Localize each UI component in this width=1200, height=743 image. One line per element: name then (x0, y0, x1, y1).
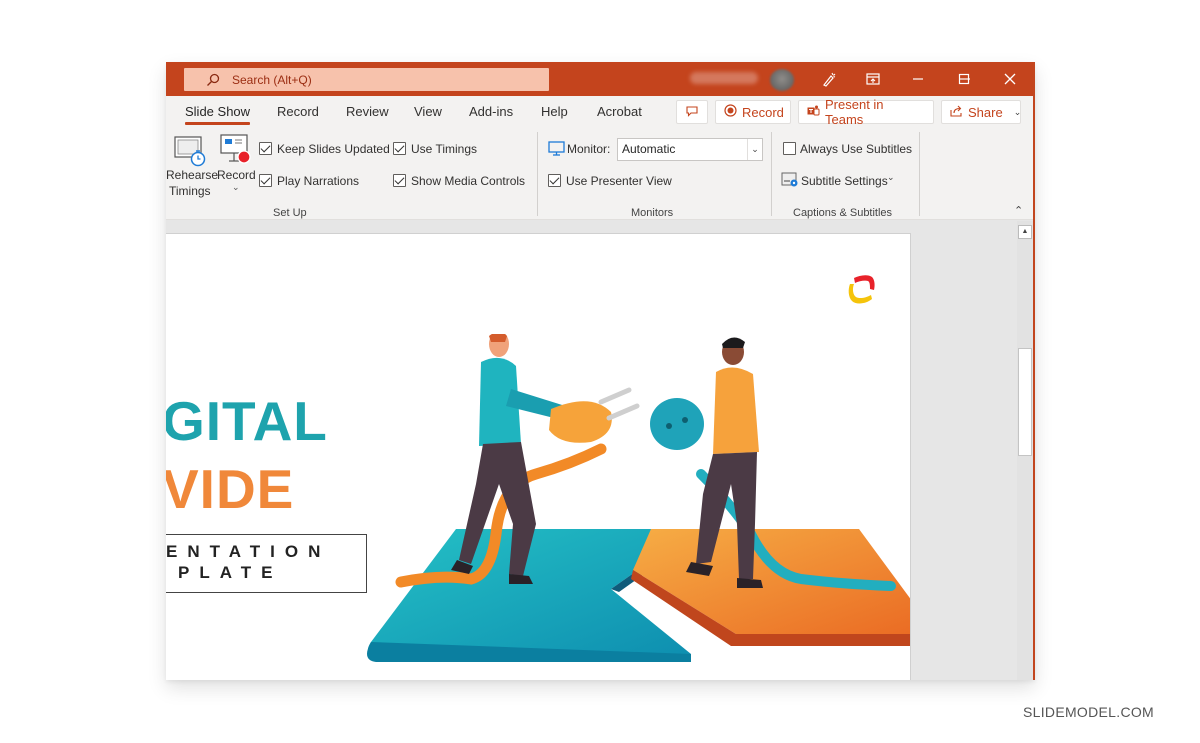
search-placeholder: Search (Alt+Q) (232, 72, 312, 87)
chevron-down-icon: ⌄ (747, 139, 762, 160)
record-slideshow-button[interactable]: Record ⌄ (215, 134, 257, 202)
keep-slides-updated-checkbox[interactable] (259, 142, 272, 155)
slide-title-line2: VIDE (166, 458, 295, 520)
rehearse-label-2: Timings (169, 184, 211, 198)
monitor-label: Monitor: (567, 142, 611, 156)
subtitle-settings-label: Subtitle Settings (801, 174, 888, 188)
share-label: Share (968, 104, 1003, 120)
comment-icon (686, 105, 698, 120)
ribbon-slide-show: Rehearse Timings Record ⌄ Keep Slides Up… (166, 128, 1033, 220)
watermark-text: SLIDEMODEL.COM (1023, 704, 1154, 720)
minimize-glyph[interactable] (903, 66, 933, 92)
designer-icon[interactable] (814, 66, 844, 92)
keep-slides-updated-label: Keep Slides Updated (277, 142, 390, 156)
use-presenter-view-checkbox[interactable] (548, 174, 561, 187)
tab-help[interactable]: Help (541, 104, 568, 119)
subtitle-settings-icon (781, 172, 799, 193)
tab-record[interactable]: Record (277, 104, 319, 119)
play-narrations-checkbox[interactable] (259, 174, 272, 187)
use-presenter-view-label: Use Presenter View (566, 174, 672, 188)
powerpoint-window: Search (Alt+Q) Slide Show Record Review … (166, 62, 1035, 680)
search-box[interactable]: Search (Alt+Q) (184, 68, 549, 91)
search-icon (206, 73, 220, 87)
share-icon (950, 105, 963, 120)
tab-acrobat[interactable]: Acrobat (597, 104, 642, 119)
chevron-down-icon: ⌄ (1013, 106, 1022, 117)
tab-slide-show[interactable]: Slide Show (185, 104, 251, 125)
people-plug-illustration (367, 334, 910, 662)
record-button[interactable]: Record (715, 100, 791, 124)
maximize-button[interactable] (949, 66, 979, 92)
record-icon (724, 104, 737, 120)
group-label-captions: Captions & Subtitles (793, 207, 893, 219)
present-in-teams-label: Present in Teams (825, 97, 884, 127)
group-label-setup: Set Up (273, 207, 307, 219)
rehearse-label-1: Rehearse (166, 168, 219, 182)
monitor-value: Automatic (622, 142, 676, 156)
always-use-subtitles-label: Always Use Subtitles (800, 142, 913, 156)
group-divider (771, 132, 772, 216)
ribbon-tabs: Slide Show Record Review View Add-ins He… (166, 96, 1033, 128)
tab-add-ins[interactable]: Add-ins (469, 104, 513, 119)
avatar[interactable] (770, 69, 794, 91)
ribbon-display-icon[interactable] (858, 66, 888, 92)
use-timings-label: Use Timings (411, 142, 478, 156)
tab-review[interactable]: Review (346, 104, 389, 119)
monitor-dropdown[interactable]: Automatic ⌄ (617, 138, 763, 161)
vertical-scrollbar[interactable]: ▲ (1017, 221, 1033, 680)
present-in-teams-button[interactable]: Present in Teams (798, 97, 934, 127)
brand-logo-icon (844, 272, 878, 311)
show-media-controls-checkbox[interactable] (393, 174, 406, 187)
record-label: Record (742, 104, 784, 120)
scroll-up-icon[interactable]: ▲ (1018, 225, 1032, 239)
scroll-thumb[interactable] (1018, 348, 1032, 456)
record-slideshow-label: Record (217, 168, 256, 182)
collapse-ribbon-icon[interactable]: ⌃ (1014, 204, 1023, 217)
teams-icon (807, 105, 820, 120)
group-divider (537, 132, 538, 216)
comments-button[interactable] (676, 100, 708, 124)
always-use-subtitles-checkbox[interactable] (783, 142, 796, 155)
monitor-icon (548, 141, 565, 161)
use-timings-checkbox[interactable] (393, 142, 406, 155)
close-icon[interactable] (995, 66, 1025, 92)
slide-editing-area: GITAL VIDE ENTATION PLATE ▲ (166, 221, 1033, 680)
group-divider (919, 132, 920, 216)
account-name[interactable] (690, 72, 758, 84)
rehearse-timings-button[interactable]: Rehearse Timings (166, 134, 218, 202)
slide-canvas[interactable]: GITAL VIDE ENTATION PLATE (166, 233, 911, 680)
play-narrations-label: Play Narrations (277, 174, 360, 188)
show-media-controls-label: Show Media Controls (411, 174, 526, 188)
slide-subtitle-line1: ENTATION (166, 542, 331, 561)
chevron-down-icon: ⌄ (887, 172, 895, 182)
group-label-monitors: Monitors (631, 207, 674, 219)
subtitle-settings-button[interactable]: Subtitle Settings ⌄ (781, 170, 901, 190)
record-screen-icon (220, 134, 252, 171)
chevron-down-icon: ⌄ (232, 182, 240, 192)
tab-view[interactable]: View (414, 104, 442, 119)
title-bar: Search (Alt+Q) (166, 62, 1033, 96)
slide-subtitle-line2: PLATE (178, 563, 283, 582)
share-button[interactable]: Share ⌄ (941, 100, 1021, 124)
slide-title-line1: GITAL (166, 390, 328, 452)
